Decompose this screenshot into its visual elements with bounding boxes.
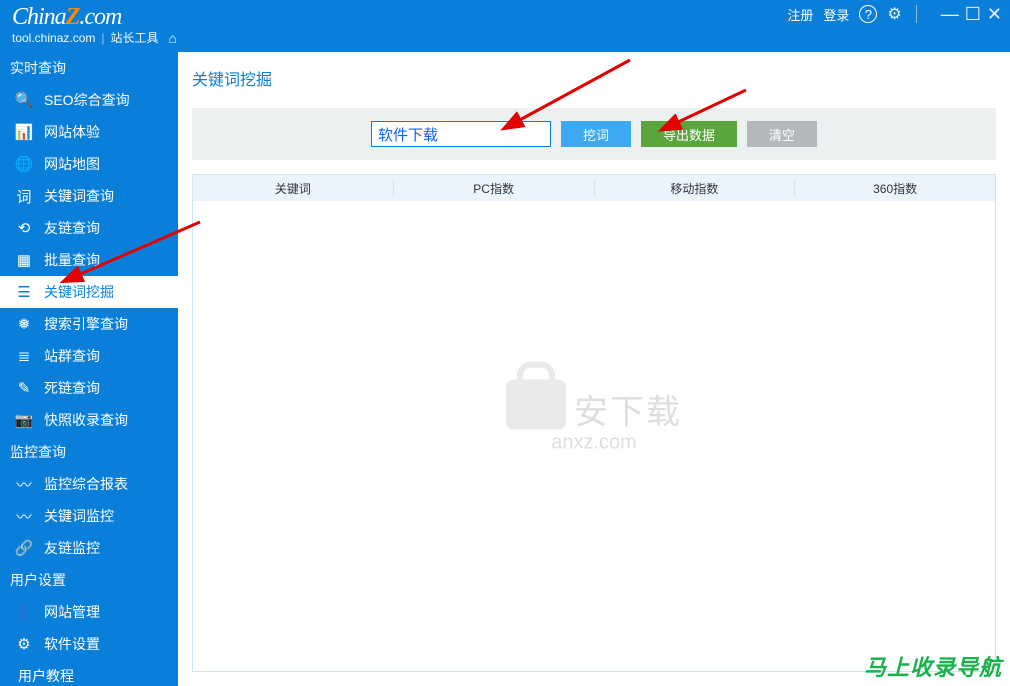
sidebar-item-label: 站群查询 [44, 346, 100, 366]
sidebar-item-label: SEO综合查询 [44, 90, 130, 110]
table-header-row: 关键词 PC指数 移动指数 360指数 [193, 175, 995, 201]
title-actions: 注册 登录 ? ⚙ — ☐ ✕ [787, 4, 1002, 24]
sidebar-item-kw-mon[interactable]: 〰关键词监控 [0, 500, 178, 532]
table-header-keyword: 关键词 [193, 180, 394, 197]
sidebar-item-site-mgr[interactable]: 👤 网站管理 [0, 596, 178, 628]
sidebar-item-label: 关键词查询 [44, 186, 114, 206]
register-link[interactable]: 注册 [787, 5, 813, 24]
sidebar-item-label: 网站地图 [44, 154, 100, 174]
table-header-360: 360指数 [795, 180, 995, 197]
dig-button[interactable]: 挖词 [561, 121, 631, 147]
brand-logo-text2: .com [79, 4, 121, 30]
footer-brand: 马上收录导航 [864, 650, 1002, 682]
export-button[interactable]: 导出数据 [641, 121, 737, 147]
sidebar-item-sitemap[interactable]: 🌐 网站地图 [0, 148, 178, 180]
home-icon[interactable]: ⌂ [169, 30, 177, 46]
sidebar-item-se-query[interactable]: ❅ 搜索引擎查询 [0, 308, 178, 340]
sidebar-item-label: 监控综合报表 [44, 474, 128, 494]
brand-sub-url[interactable]: tool.chinaz.com [12, 31, 95, 45]
sidebar-item-kw-query[interactable]: 词关键词查询 [0, 180, 178, 212]
toolbar: 挖词 导出数据 清空 [192, 108, 996, 160]
sidebar-item-seo[interactable]: 🔍 SEO综合查询 [0, 84, 178, 116]
sidebar-item-label: 软件设置 [44, 634, 100, 654]
sidebar-item-site-exp[interactable]: 📊 网站体验 [0, 116, 178, 148]
sidebar-item-label: 搜索引擎查询 [44, 314, 128, 334]
window-maximize-icon[interactable]: ☐ [965, 7, 981, 21]
link-icon: 🔗 [14, 538, 34, 558]
brand-logo: ChinaZ.com [12, 4, 177, 31]
sidebar: 实时查询 🔍 SEO综合查询 📊 网站体验 🌐 网站地图 词关键词查询 ⟲ 友链查询 ▦… [0, 52, 178, 686]
keyword-icon: 词 [14, 186, 34, 206]
sidebar-item-soft-cfg[interactable]: ⚙ 软件设置 [0, 628, 178, 660]
window-minimize-icon[interactable]: — [941, 7, 959, 21]
sidebar-section-realtime: 实时查询 [0, 52, 178, 84]
sidebar-item-snapshot[interactable]: 📷 快照收录查询 [0, 404, 178, 436]
sidebar-item-label: 批量查询 [44, 250, 100, 270]
sidebar-section-monitor: 监控查询 [0, 436, 178, 468]
sidebar-item-site-grp[interactable]: ≣ 站群查询 [0, 340, 178, 372]
sidebar-item-friend[interactable]: ⟲ 友链查询 [0, 212, 178, 244]
wave-icon: 〰 [14, 474, 34, 494]
user-icon: 👤 [14, 602, 34, 622]
sidebar-item-label: 网站体验 [44, 122, 100, 142]
brand-sub-name: 站长工具 [111, 29, 159, 46]
lock-icon [506, 380, 566, 430]
sidebar-item-batch[interactable]: ▦ 批量查询 [0, 244, 178, 276]
camera-icon: 📷 [14, 410, 34, 430]
grid-icon: ▦ [14, 250, 34, 270]
page-title: 关键词挖掘 [178, 52, 1010, 108]
help-icon[interactable]: ? [859, 5, 877, 23]
stack-icon: ≣ [14, 346, 34, 366]
sidebar-item-tutorial[interactable]: 用户教程 [0, 660, 178, 686]
sidebar-item-label: 关键词监控 [44, 506, 114, 526]
keyword-input[interactable] [371, 121, 551, 147]
wave-icon: 〰 [14, 506, 34, 526]
sidebar-item-dead[interactable]: ✎ 死链查询 [0, 372, 178, 404]
settings-icon[interactable]: ⚙ [887, 4, 901, 24]
sidebar-item-friend-mon[interactable]: 🔗 友链监控 [0, 532, 178, 564]
sidebar-item-label: 快照收录查询 [44, 410, 128, 430]
sidebar-item-label: 网站管理 [44, 602, 100, 622]
globe-icon: 🌐 [14, 154, 34, 174]
sidebar-section-user: 用户设置 [0, 564, 178, 596]
refresh-icon: ⟲ [14, 218, 34, 238]
sidebar-item-mon-report[interactable]: 〰监控综合报表 [0, 468, 178, 500]
sidebar-item-label: 死链查询 [44, 378, 100, 398]
login-link[interactable]: 登录 [823, 5, 849, 24]
list-icon: ☰ [14, 282, 34, 302]
table-header-pc: PC指数 [394, 180, 595, 197]
gear-icon: ⚙ [14, 634, 34, 654]
result-table: 关键词 PC指数 移动指数 360指数 安下载 anxz.com [192, 174, 996, 672]
sidebar-item-label: 友链监控 [44, 538, 100, 558]
spider-icon: ❅ [14, 314, 34, 334]
edit-icon: ✎ [14, 378, 34, 398]
titlebar: ChinaZ.com tool.chinaz.com | 站长工具 ⌂ 注册 登… [0, 0, 1010, 52]
brand-logo-text1: China [12, 4, 66, 30]
brand-sub-sep: | [101, 31, 104, 45]
clear-button[interactable]: 清空 [747, 121, 817, 147]
sidebar-item-kw-mine[interactable]: ☰ 关键词挖掘 [0, 276, 178, 308]
chart-icon: 📊 [14, 122, 34, 142]
title-divider [916, 5, 917, 23]
sidebar-item-label: 用户教程 [18, 666, 74, 686]
sidebar-item-label: 友链查询 [44, 218, 100, 238]
window-close-icon[interactable]: ✕ [987, 7, 1002, 21]
watermark: 安下载 anxz.com [506, 380, 682, 455]
sidebar-item-label: 关键词挖掘 [44, 282, 114, 302]
seo-icon: 🔍 [14, 90, 34, 110]
table-header-mobile: 移动指数 [595, 180, 796, 197]
watermark-cn: 安下载 [574, 385, 682, 434]
main-panel: 关键词挖掘 挖词 导出数据 清空 关键词 PC指数 移动指数 360指数 安下载… [178, 52, 1010, 686]
watermark-en: anxz.com [506, 432, 682, 455]
brand-logo-accent: Z [66, 4, 80, 30]
brand-block: ChinaZ.com tool.chinaz.com | 站长工具 ⌂ [0, 0, 189, 46]
